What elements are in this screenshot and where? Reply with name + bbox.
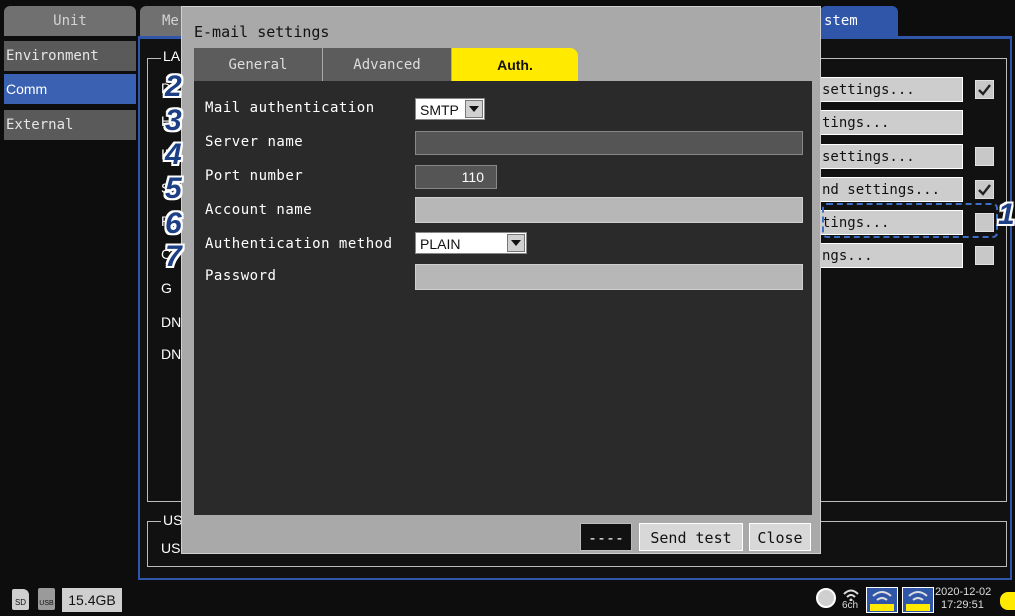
port-number-value: 110 — [461, 169, 484, 185]
mail-auth-select[interactable]: SMTP — [415, 98, 485, 120]
lan-group-title: LA — [161, 48, 183, 64]
auth-method-select[interactable]: PLAIN — [415, 232, 527, 254]
sd-card-icon: SD — [12, 589, 29, 610]
status-bar: SD USB 15.4GB 6ch 2020-12-02 17:29:51 — [0, 584, 1015, 616]
dialog-title: E-mail settings — [194, 23, 330, 41]
send-status-box: ---- — [580, 523, 632, 551]
port-number-label: Port number — [205, 168, 304, 184]
callout-number-6: 6 — [165, 207, 182, 240]
wifi-icon — [842, 586, 860, 602]
port-number-field[interactable]: 110 — [415, 165, 497, 189]
tab-auth[interactable]: Auth. — [452, 48, 578, 82]
password-label: Password — [205, 268, 277, 284]
bg-row-letter: DN — [161, 314, 182, 330]
callout-number-4: 4 — [165, 138, 182, 171]
bg-checkbox-4[interactable] — [975, 180, 994, 199]
tab-unit[interactable]: Unit — [4, 6, 136, 36]
usb-row-label: US — [161, 540, 181, 556]
auth-method-label: Authentication method — [205, 236, 393, 252]
callout-number-1: 1 — [998, 198, 1015, 231]
auth-method-value: PLAIN — [420, 236, 461, 252]
bg-checkbox-6[interactable] — [975, 246, 994, 265]
send-test-button[interactable]: Send test — [639, 523, 743, 551]
chevron-down-icon — [507, 234, 525, 252]
storage-free-readout: 15.4GB — [62, 588, 122, 612]
bg-settings-button-3[interactable]: settings... — [815, 144, 963, 169]
bg-row-letter: G — [161, 280, 172, 296]
channel-indicator-icon — [816, 588, 836, 608]
wireless-module-icon-2 — [902, 587, 934, 613]
wireless-module-icon-1 — [866, 587, 898, 613]
sidebar-item-environment[interactable]: Environment — [4, 41, 136, 71]
email-settings-dialog: E-mail settings General Advanced Auth. M… — [181, 6, 821, 554]
bg-checkbox-1[interactable] — [975, 80, 994, 99]
callout-number-3: 3 — [165, 104, 182, 137]
bg-settings-button-6[interactable]: ngs... — [815, 243, 963, 268]
status-time: 17:29:51 — [941, 599, 984, 611]
close-button[interactable]: Close — [749, 523, 811, 551]
callout-highlight-frame — [822, 203, 998, 238]
account-name-label: Account name — [205, 202, 313, 218]
tab-advanced[interactable]: Advanced — [323, 48, 451, 82]
bg-row-letter: DN — [161, 346, 182, 362]
callout-number-5: 5 — [165, 172, 182, 205]
account-name-field[interactable] — [415, 197, 803, 223]
callout-number-7: 7 — [165, 240, 182, 273]
mail-auth-label: Mail authentication — [205, 100, 375, 116]
usb-drive-icon: USB — [38, 588, 55, 610]
bg-settings-button-1[interactable]: settings... — [815, 77, 963, 102]
status-date: 2020-12-02 — [935, 586, 992, 598]
server-name-label: Server name — [205, 134, 304, 150]
chevron-down-icon — [465, 100, 483, 118]
key-lock-icon — [1000, 592, 1015, 610]
checkmark-icon — [978, 84, 991, 96]
checkmark-icon — [978, 184, 991, 196]
callout-number-2: 2 — [165, 70, 182, 103]
mail-auth-value: SMTP — [420, 102, 459, 118]
sidebar-item-comm[interactable]: Comm — [4, 74, 136, 104]
sidebar-item-external[interactable]: External — [4, 110, 136, 140]
bg-settings-button-4[interactable]: nd settings... — [815, 177, 963, 202]
tab-system[interactable]: stem — [820, 6, 898, 36]
bg-checkbox-3[interactable] — [975, 147, 994, 166]
tab-general[interactable]: General — [194, 48, 322, 82]
password-field[interactable] — [415, 264, 803, 290]
bg-settings-button-2[interactable]: tings... — [815, 110, 963, 135]
channel-count: 6ch — [842, 600, 859, 611]
auth-tab-panel: Mail authentication SMTP Server name Por… — [194, 81, 812, 515]
server-name-field[interactable] — [415, 131, 803, 155]
